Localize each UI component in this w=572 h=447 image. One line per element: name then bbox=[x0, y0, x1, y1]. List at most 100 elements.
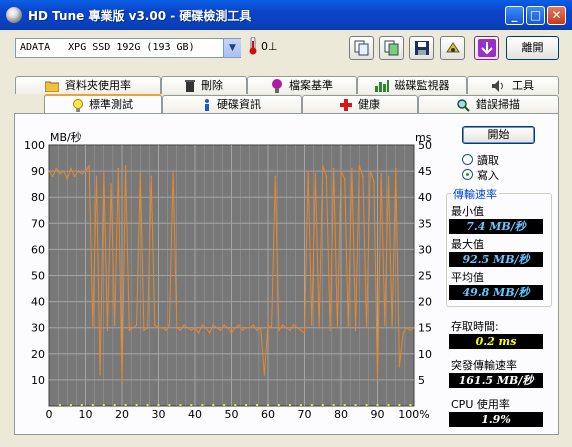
avg-label: 平均值 bbox=[451, 271, 484, 284]
write-label[interactable]: 寫入 bbox=[477, 167, 499, 183]
transfer-rate-point bbox=[270, 326, 273, 329]
temperature-value: 0⊥ bbox=[261, 40, 278, 53]
x-tick-label: 10 bbox=[79, 408, 93, 421]
access-time-point bbox=[277, 404, 280, 406]
transfer-rate-point bbox=[194, 326, 196, 329]
access-time-point bbox=[113, 404, 116, 406]
transfer-rate-point bbox=[340, 170, 342, 172]
transfer-rate-point bbox=[161, 326, 163, 329]
tab-health[interactable]: 健康 bbox=[302, 95, 418, 113]
transfer-rate-point bbox=[121, 381, 123, 384]
cpu-usage-value: 1.9% bbox=[449, 412, 543, 427]
access-time-point bbox=[168, 404, 171, 406]
y-tick-label-right: 45 bbox=[418, 165, 432, 178]
copy-info-icon bbox=[354, 40, 368, 56]
cpu-usage-label: CPU 使用率 bbox=[451, 398, 510, 411]
transfer-rate-point bbox=[398, 366, 401, 368]
transfer-rate-point bbox=[307, 170, 309, 172]
folder-icon bbox=[45, 81, 59, 92]
access-time-point bbox=[332, 404, 335, 406]
avg-value: 49.8 MB/秒 bbox=[449, 285, 543, 300]
y-axis-label-left: MB/秒 bbox=[50, 130, 82, 144]
y-tick-label-right: 30 bbox=[418, 243, 432, 256]
transfer-rate-point bbox=[391, 326, 393, 329]
access-time-point bbox=[212, 404, 215, 406]
transfer-rate-point bbox=[285, 326, 288, 329]
tab-error-scan[interactable]: 錯誤掃描 bbox=[418, 95, 559, 113]
y-tick-label-right: 5 bbox=[418, 374, 425, 387]
access-time-point bbox=[59, 404, 61, 406]
transfer-rate-point bbox=[139, 170, 142, 172]
read-label[interactable]: 讀取 bbox=[477, 152, 499, 168]
read-radio[interactable] bbox=[462, 154, 473, 165]
file-benchmark-icon bbox=[272, 79, 282, 93]
y-tick-label-left: 90 bbox=[31, 165, 45, 178]
tab-folder-usage[interactable]: 資料夾使用率 bbox=[15, 76, 161, 94]
options-button[interactable] bbox=[440, 36, 465, 60]
y-tick-label-right: 15 bbox=[418, 322, 432, 335]
app-icon[interactable] bbox=[6, 7, 22, 23]
down-arrow-button[interactable] bbox=[474, 36, 499, 60]
transfer-rate-point bbox=[318, 326, 320, 329]
access-time-point bbox=[354, 404, 357, 406]
transfer-rate-point bbox=[212, 324, 215, 326]
transfer-rate-point bbox=[179, 329, 182, 332]
tab-label: 標準測試 bbox=[89, 98, 133, 111]
tab-benchmark[interactable]: 標準測試 bbox=[44, 94, 162, 114]
tab-disk-monitor[interactable]: 磁碟監視器 bbox=[357, 76, 467, 94]
speaker-icon bbox=[492, 80, 503, 92]
drive-select[interactable]: ADATA XPG SSD 192G (193 GB) bbox=[15, 38, 241, 58]
burst-rate-value: 161.5 MB/秒 bbox=[449, 373, 543, 388]
transfer-rate-point bbox=[124, 165, 127, 167]
access-time-point bbox=[321, 404, 324, 406]
transfer-rate-point bbox=[51, 175, 54, 178]
transfer-rate-point bbox=[55, 167, 58, 170]
transfer-rate-point bbox=[128, 329, 131, 332]
x-tick-label: 20 bbox=[115, 408, 129, 421]
maximize-button[interactable]: □ bbox=[526, 6, 545, 25]
tab-file-benchmark[interactable]: 檔案基準 bbox=[247, 76, 357, 94]
access-time-point bbox=[201, 404, 204, 406]
access-time-point bbox=[288, 404, 291, 406]
access-time-point bbox=[343, 404, 346, 406]
minimize-button[interactable]: _ bbox=[505, 6, 524, 25]
tab-delete[interactable]: 刪除 bbox=[161, 76, 247, 94]
maximize-icon: □ bbox=[529, 8, 542, 22]
max-value: 92.5 MB/秒 bbox=[449, 252, 543, 267]
tab-drive-info[interactable]: 硬碟資訊 bbox=[162, 95, 302, 113]
transfer-rate-point bbox=[259, 326, 262, 329]
chevron-down-icon[interactable]: ▼ bbox=[223, 39, 241, 57]
copy-info-button[interactable] bbox=[349, 36, 374, 60]
transfer-rate-point bbox=[81, 172, 83, 175]
access-time-point bbox=[157, 404, 160, 406]
write-radio[interactable] bbox=[462, 169, 473, 180]
close-button[interactable]: ✕ bbox=[547, 6, 566, 25]
thermometer-icon bbox=[249, 37, 257, 55]
access-time-point bbox=[387, 404, 390, 406]
access-time-point bbox=[135, 404, 138, 406]
burst-rate-label: 突發傳輸速率 bbox=[451, 359, 517, 372]
save-button[interactable] bbox=[409, 36, 434, 60]
transfer-rate-point bbox=[322, 165, 324, 167]
y-tick-label-left: 70 bbox=[31, 217, 45, 230]
copy-screenshot-button[interactable] bbox=[379, 36, 404, 60]
transfer-rate-point bbox=[143, 329, 145, 332]
window-title: HD Tune 專業版 v3.00 - 硬碟檢測工具 bbox=[28, 9, 252, 23]
transfer-rate-point bbox=[227, 326, 229, 329]
transfer-rate-point bbox=[48, 170, 50, 172]
transfer-rate-point bbox=[376, 379, 379, 381]
y-tick-label-right: 40 bbox=[418, 191, 432, 204]
x-tick-label: 40 bbox=[188, 408, 202, 421]
transfer-rate-point bbox=[172, 170, 174, 172]
transfer-rate-point bbox=[405, 326, 408, 329]
transfer-rate-point bbox=[409, 329, 412, 332]
exit-button[interactable]: 離開 bbox=[506, 36, 559, 60]
access-time-point bbox=[409, 404, 412, 406]
tab-label: 檔案基準 bbox=[289, 79, 333, 92]
start-button[interactable]: 開始 bbox=[462, 126, 535, 144]
minimize-icon: _ bbox=[511, 8, 518, 22]
tab-label: 資料夾使用率 bbox=[65, 79, 131, 92]
tab-tools[interactable]: 工具 bbox=[467, 76, 559, 94]
copy-screenshot-icon bbox=[384, 40, 398, 56]
tab-label: 硬碟資訊 bbox=[217, 98, 261, 111]
